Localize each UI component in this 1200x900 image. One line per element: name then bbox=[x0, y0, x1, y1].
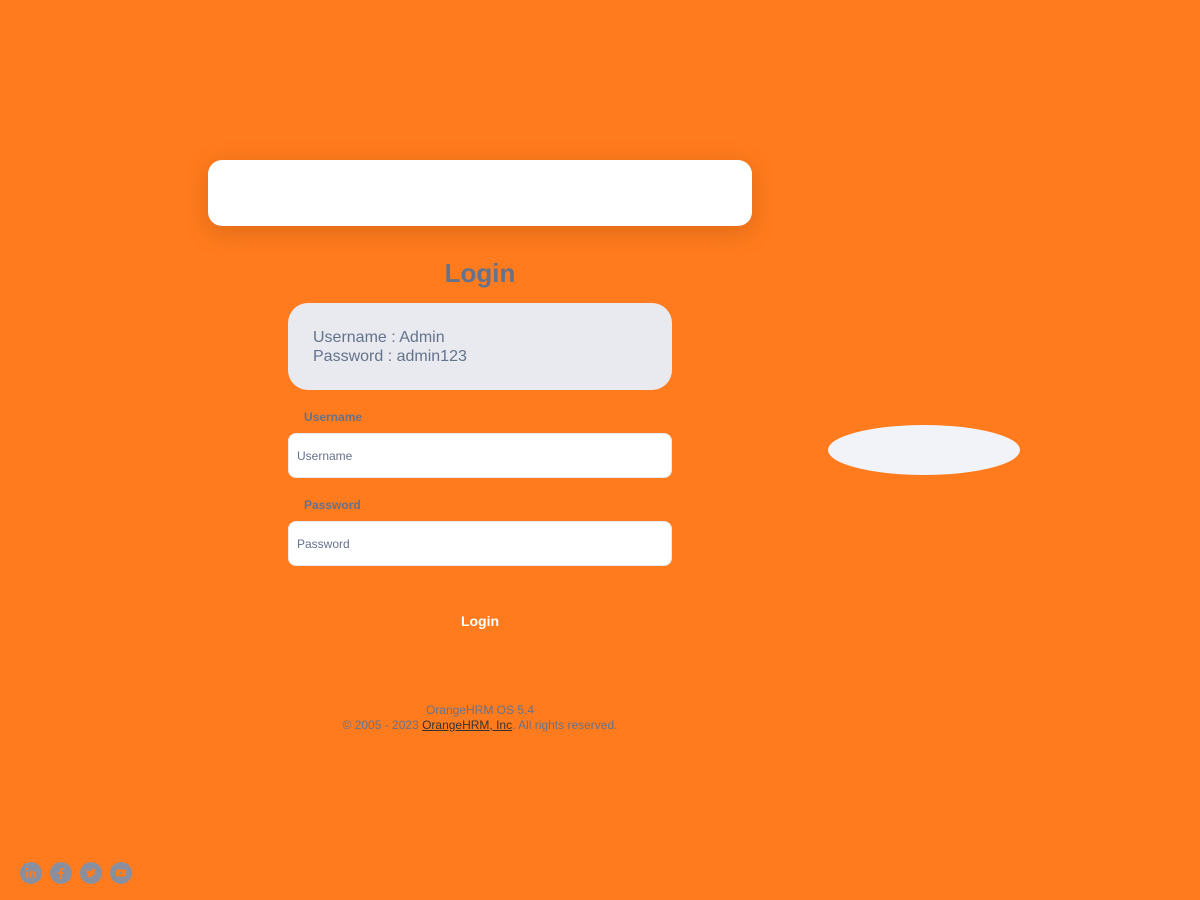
login-button[interactable]: Login bbox=[288, 600, 672, 642]
login-title: Login bbox=[444, 258, 516, 288]
linkedin-icon[interactable] bbox=[20, 862, 42, 884]
social-links bbox=[20, 862, 132, 884]
copyright-prefix: © 2005 - 2023 bbox=[342, 718, 423, 732]
login-page: Login Username : Admin Password : admin1… bbox=[0, 0, 1200, 900]
password-label: Password bbox=[304, 498, 361, 512]
footer: OrangeHRM OS 5.4 © 2005 - 2023 OrangeHRM… bbox=[200, 703, 760, 733]
youtube-icon[interactable] bbox=[110, 862, 132, 884]
company-link[interactable]: OrangeHRM, Inc bbox=[422, 718, 512, 732]
password-input[interactable] bbox=[288, 521, 672, 566]
username-input[interactable] bbox=[288, 433, 672, 478]
version-text: OrangeHRM OS 5.4 bbox=[425, 703, 535, 717]
username-label: Username bbox=[304, 410, 363, 424]
credentials-hint: Username : Admin Password : admin123 bbox=[288, 303, 672, 390]
facebook-icon[interactable] bbox=[50, 862, 72, 884]
copyright-suffix: . All rights reserved. bbox=[512, 718, 618, 732]
credentials-password: Password : admin123 bbox=[313, 348, 467, 365]
credentials-username: Username : Admin bbox=[313, 329, 445, 346]
decorative-oval bbox=[828, 425, 1020, 475]
logo-card bbox=[208, 160, 752, 226]
copyright-text: © 2005 - 2023 OrangeHRM, Inc. All rights… bbox=[200, 718, 760, 733]
twitter-icon[interactable] bbox=[80, 862, 102, 884]
